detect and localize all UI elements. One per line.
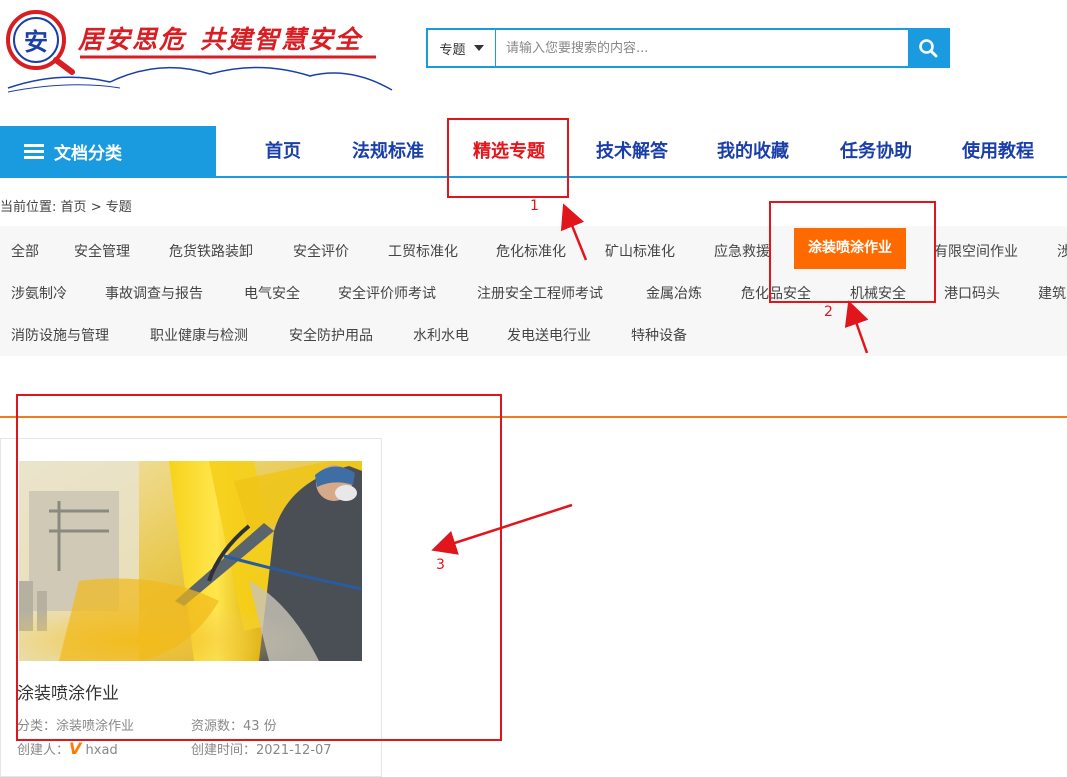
menu-icon [24, 144, 44, 159]
topic-card-creator: 创建人：V hxad [17, 739, 118, 758]
tag-safety-evaluation[interactable]: 安全评价 [293, 241, 349, 261]
tag-chemical-standardization[interactable]: 危化标准化 [496, 241, 566, 261]
tag-industry-standardization[interactable]: 工贸标准化 [388, 241, 458, 261]
breadcrumb-prefix: 当前位置: [0, 200, 57, 215]
breadcrumb-separator: > [90, 200, 102, 215]
annotation-arrow-3 [431, 503, 573, 555]
tag-all[interactable]: 全部 [11, 241, 39, 261]
logo-slogan: 居安思危 共建智慧安全 [78, 20, 362, 56]
tag-ammonia-refrigeration[interactable]: 涉氨制冷 [11, 283, 67, 303]
topic-card-resource-count: 资源数：43 份 [191, 715, 277, 734]
tag-safety-management[interactable]: 安全管理 [74, 241, 130, 261]
tag-accident-investigation[interactable]: 事故调查与报告 [105, 283, 203, 303]
breadcrumb: 当前位置: 首页 > 专题 [0, 196, 132, 215]
slogan-part2: 共建智慧安全 [200, 25, 363, 54]
tag-fire-facilities[interactable]: 消防设施与管理 [11, 325, 109, 345]
annotation-number-1: 1 [530, 198, 539, 214]
tag-protective-equipment[interactable]: 安全防护用品 [289, 325, 373, 345]
topic-card-title[interactable]: 涂装喷涂作业 [17, 679, 119, 704]
tag-safety-engineer-exam[interactable]: 注册安全工程师考试 [477, 283, 603, 303]
doc-category-button[interactable]: 文档分类 [0, 126, 216, 176]
topic-card-category: 分类：涂装喷涂作业 [17, 715, 134, 734]
search-bar: 专题 [426, 28, 950, 68]
creator-label: 创建人： [17, 743, 70, 758]
slogan-part1: 居安思危 [78, 25, 187, 54]
topic-card[interactable]: 涂装喷涂作业 分类：涂装喷涂作业 资源数：43 份 创建人：V hxad 创建时… [0, 438, 382, 777]
tag-metallurgy[interactable]: 金属冶炼 [646, 283, 702, 303]
category-label: 分类： [17, 719, 57, 734]
breadcrumb-current: 专题 [105, 200, 132, 215]
tag-hazardous-chemicals[interactable]: 危化品安全 [741, 283, 811, 303]
vip-badge-icon: V [69, 739, 82, 758]
nav-favorites[interactable]: 我的收藏 [717, 126, 789, 176]
search-input[interactable] [496, 30, 908, 66]
created-label: 创建时间： [191, 743, 257, 758]
search-category-label: 专题 [439, 42, 466, 58]
tag-mine-standardization[interactable]: 矿山标准化 [605, 241, 675, 261]
tag-port-terminal[interactable]: 港口码头 [944, 283, 1000, 303]
resources-value: 43 份 [243, 719, 277, 734]
search-icon [919, 39, 938, 58]
tag-mechanical-safety[interactable]: 机械安全 [850, 283, 906, 303]
doc-category-label: 文档分类 [54, 143, 122, 164]
topic-card-created-time: 创建时间：2021-12-07 [191, 739, 332, 758]
logo-seal-char: 安 [24, 27, 48, 56]
category-value: 涂装喷涂作业 [56, 719, 135, 734]
caret-down-icon [473, 45, 484, 51]
main-nav: 文档分类 首页 法规标准 精选专题 技术解答 我的收藏 任务协助 使用教程 [0, 126, 1067, 178]
tag-spray-coating[interactable]: 涂装喷涂作业 [794, 228, 906, 269]
topic-card-image[interactable] [19, 461, 362, 661]
spray-painting-photo [19, 461, 362, 661]
section-divider [0, 416, 1067, 418]
tag-electrical-safety[interactable]: 电气安全 [244, 283, 300, 303]
breadcrumb-home[interactable]: 首页 [61, 200, 87, 215]
creator-value: hxad [85, 743, 118, 758]
tag-emergency-rescue[interactable]: 应急救援 [714, 241, 770, 261]
search-category-select[interactable]: 专题 [428, 30, 496, 66]
search-button[interactable] [908, 30, 948, 66]
annotation-number-3: 3 [436, 557, 445, 573]
nav-task-assist[interactable]: 任务协助 [840, 126, 912, 176]
tag-row2-truncated[interactable]: 建筑 [1038, 283, 1066, 303]
tag-evaluator-exam[interactable]: 安全评价师考试 [338, 283, 436, 303]
tag-special-equipment[interactable]: 特种设备 [631, 325, 687, 345]
nav-featured-topics[interactable]: 精选专题 [473, 126, 545, 176]
tag-confined-space[interactable]: 有限空间作业 [934, 241, 1018, 261]
tag-hazmat-rail[interactable]: 危货铁路装卸 [169, 241, 253, 261]
nav-home[interactable]: 首页 [265, 126, 301, 176]
site-logo[interactable]: 安 居安思危 共建智慧安全 [0, 0, 400, 100]
nav-regulations[interactable]: 法规标准 [352, 126, 424, 176]
tag-row1-truncated[interactable]: 涉 [1057, 241, 1067, 261]
nav-tutorial[interactable]: 使用教程 [962, 126, 1034, 176]
nav-tech-answers[interactable]: 技术解答 [596, 126, 668, 176]
resources-label: 资源数： [191, 719, 244, 734]
tag-water-conservancy[interactable]: 水利水电 [413, 325, 469, 345]
tag-power-generation[interactable]: 发电送电行业 [507, 325, 591, 345]
created-value: 2021-12-07 [256, 743, 332, 758]
tag-occupational-health[interactable]: 职业健康与检测 [150, 325, 248, 345]
